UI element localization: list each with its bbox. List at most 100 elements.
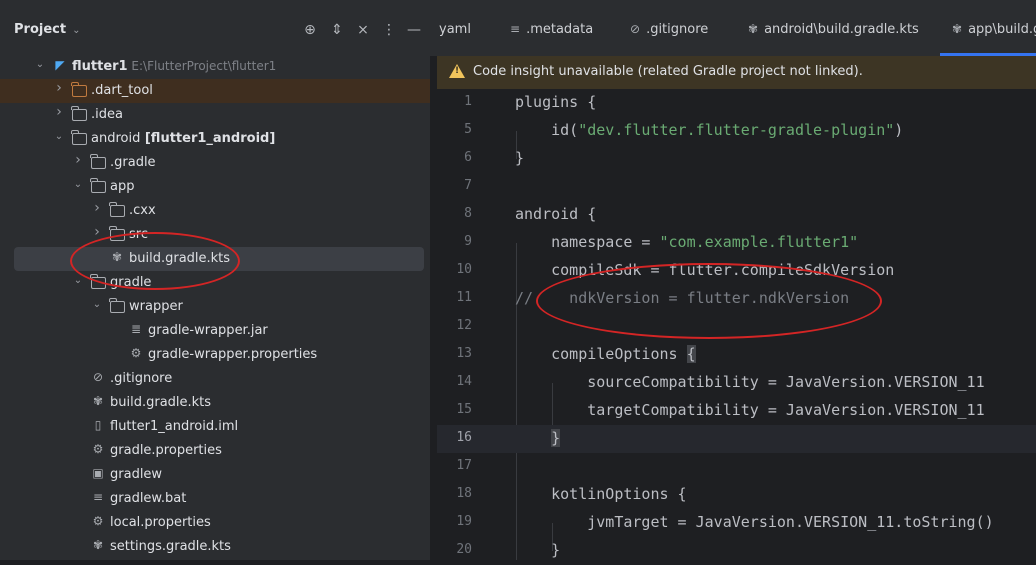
line-number: 9 <box>464 234 472 249</box>
tab-gitignore[interactable]: ⊘ .gitignore <box>630 22 708 37</box>
expand-all-icon[interactable]: ⇕ <box>329 22 345 38</box>
tree-item-name: .gitignore <box>110 371 173 386</box>
tree-item-name: wrapper <box>129 299 183 314</box>
tab-yaml[interactable]: yaml <box>439 22 471 37</box>
code-editor[interactable]: 1 plugins {5 id("dev.flutter.flutter-grad… <box>437 89 1036 560</box>
chevron-down-icon[interactable]: ⌄ <box>53 131 65 142</box>
folder-icon <box>71 82 87 98</box>
code-line: 18 kotlinOptions { <box>437 481 1036 509</box>
tab-android-build-gradle[interactable]: ✾ android\build.gradle.kts <box>748 22 919 37</box>
gradle-kts-icon: ✾ <box>111 250 123 264</box>
settings-gear-icon: ⚙ <box>130 346 142 360</box>
tree-item[interactable]: ✾ build.gradle.kts <box>0 391 430 415</box>
tree-item[interactable]: ⌄ ◤ flutter1 E:\FlutterProject\flutter1 <box>0 55 430 79</box>
tree-item-name: .cxx <box>129 203 156 218</box>
code-line: 14 sourceCompatibility = JavaVersion.VER… <box>437 369 1036 397</box>
tree-item[interactable]: ⌄ app <box>0 175 430 199</box>
line-number: 19 <box>456 514 472 529</box>
folder-icon <box>109 298 125 314</box>
line-number: 8 <box>464 206 472 221</box>
tree-item[interactable]: ⌄ gradle <box>0 271 430 295</box>
tree-item[interactable]: ⚙ local.properties <box>0 511 430 535</box>
tree-item-name: .dart_tool <box>91 83 153 98</box>
tree-item-label: flutter1_android.iml <box>110 419 238 434</box>
tree-item[interactable]: ✾ build.gradle.kts <box>14 247 424 271</box>
tree-item-label: src <box>129 227 148 242</box>
tree-item[interactable]: ⚙ gradle.properties <box>0 439 430 463</box>
options-menu-icon[interactable]: ⋮ <box>381 22 397 38</box>
gitignore-icon: ⊘ <box>630 22 641 36</box>
chevron-right-icon[interactable]: › <box>91 200 103 216</box>
line-number: 13 <box>456 346 472 361</box>
tree-item-label: gradle <box>110 275 151 290</box>
chevron-down-icon: ⌄ <box>72 25 81 36</box>
hide-panel-icon[interactable]: — <box>406 22 422 38</box>
folder-icon <box>90 178 106 194</box>
tree-item-name: gradle-wrapper.properties <box>148 347 318 362</box>
code-text: } <box>515 541 561 559</box>
tree-item[interactable]: › src <box>0 223 430 247</box>
tree-item-name: build.gradle.kts <box>110 395 212 410</box>
chevron-right-icon[interactable]: › <box>53 104 65 120</box>
chevron-down-icon[interactable]: ⌄ <box>91 299 103 310</box>
tree-item-label: local.properties <box>110 515 211 530</box>
chevron-down-icon[interactable]: ⌄ <box>72 179 84 190</box>
tree-item[interactable]: ⊘ .gitignore <box>0 367 430 391</box>
code-text: plugins { <box>515 93 597 111</box>
tree-item-label: gradlew.bat <box>110 491 186 506</box>
folder-icon <box>109 226 125 242</box>
tree-item[interactable]: ▣ gradlew <box>0 463 430 487</box>
chevron-right-icon[interactable]: › <box>72 152 84 168</box>
tree-item[interactable]: › .cxx <box>0 199 430 223</box>
locate-crosshair-icon[interactable]: ⊕ <box>302 22 318 38</box>
iml-file-icon: ▯ <box>94 418 102 432</box>
tree-item[interactable]: ≡ gradlew.bat <box>0 487 430 511</box>
tree-item[interactable]: ⚙ gradle-wrapper.properties <box>0 343 430 367</box>
tree-item[interactable]: › .idea <box>0 103 430 127</box>
code-line: 9 namespace = "com.example.flutter1" <box>437 229 1036 257</box>
tree-item-label: build.gradle.kts <box>110 395 211 410</box>
text-lines-icon: ≡ <box>510 22 521 36</box>
tree-item-label: .cxx <box>129 203 156 218</box>
tree-item-name: gradlew <box>110 467 163 482</box>
tree-item[interactable]: ⌄ wrapper <box>0 295 430 319</box>
code-line: 19 jvmTarget = JavaVersion.VERSION_11.to… <box>437 509 1036 537</box>
code-text: kotlinOptions { <box>515 485 687 503</box>
tree-item[interactable]: › .dart_tool <box>0 79 430 103</box>
tab-app-build-gradle[interactable]: ✾app\build.gradle.kts <box>952 22 1036 37</box>
gradle-kts-icon: ✾ <box>952 22 963 36</box>
line-number: 17 <box>456 458 472 473</box>
editor-tab-bar: yaml ≡ .metadata ⊘ .gitignore ✾ android\bui… <box>430 0 1036 56</box>
code-line: 1 plugins { <box>437 89 1036 117</box>
tree-item-label: gradle-wrapper.jar <box>148 323 268 338</box>
chevron-right-icon[interactable]: › <box>53 80 65 96</box>
project-view-selector[interactable]: Project ⌄ <box>14 22 80 37</box>
code-line: 8 android { <box>437 201 1036 229</box>
tree-item-name: gradle.properties <box>110 443 222 458</box>
chevron-down-icon[interactable]: ⌄ <box>72 275 84 286</box>
line-number: 5 <box>464 122 472 137</box>
project-tool-window: Project ⌄ ⊕ ⇕ ⨯ ⋮ — ⌄ ◤ flutter1 E:\Flutter… <box>0 0 430 560</box>
tree-item-name: src <box>129 227 148 242</box>
tree-item[interactable]: ⌄ android [flutter1_android] <box>0 127 430 151</box>
line-number: 18 <box>456 486 472 501</box>
tab-metadata[interactable]: ≡ .metadata <box>510 22 593 37</box>
tree-item[interactable]: ≣ gradle-wrapper.jar <box>0 319 430 343</box>
tree-item-label: .gitignore <box>110 371 172 386</box>
code-line: 6} <box>437 145 1036 173</box>
line-number: 6 <box>464 150 472 165</box>
tree-item-name: flutter1 <box>72 59 128 74</box>
code-line: 17 <box>437 453 1036 481</box>
tree-item-name: build.gradle.kts <box>129 251 231 266</box>
chevron-right-icon[interactable]: › <box>91 224 103 240</box>
settings-gear-icon: ⚙ <box>92 442 104 456</box>
tree-item[interactable]: › .gradle <box>0 151 430 175</box>
collapse-all-icon[interactable]: ⨯ <box>355 22 371 38</box>
line-number: 10 <box>456 262 472 277</box>
tree-item[interactable]: ▯ flutter1_android.iml <box>0 415 430 439</box>
code-text: compileSdk = flutter.compileSdkVersion <box>515 261 895 279</box>
tree-item[interactable]: ✾ settings.gradle.kts <box>0 535 430 559</box>
tree-item-label: .idea <box>91 107 123 122</box>
settings-gear-icon: ⚙ <box>92 514 104 528</box>
chevron-down-icon[interactable]: ⌄ <box>34 59 46 70</box>
